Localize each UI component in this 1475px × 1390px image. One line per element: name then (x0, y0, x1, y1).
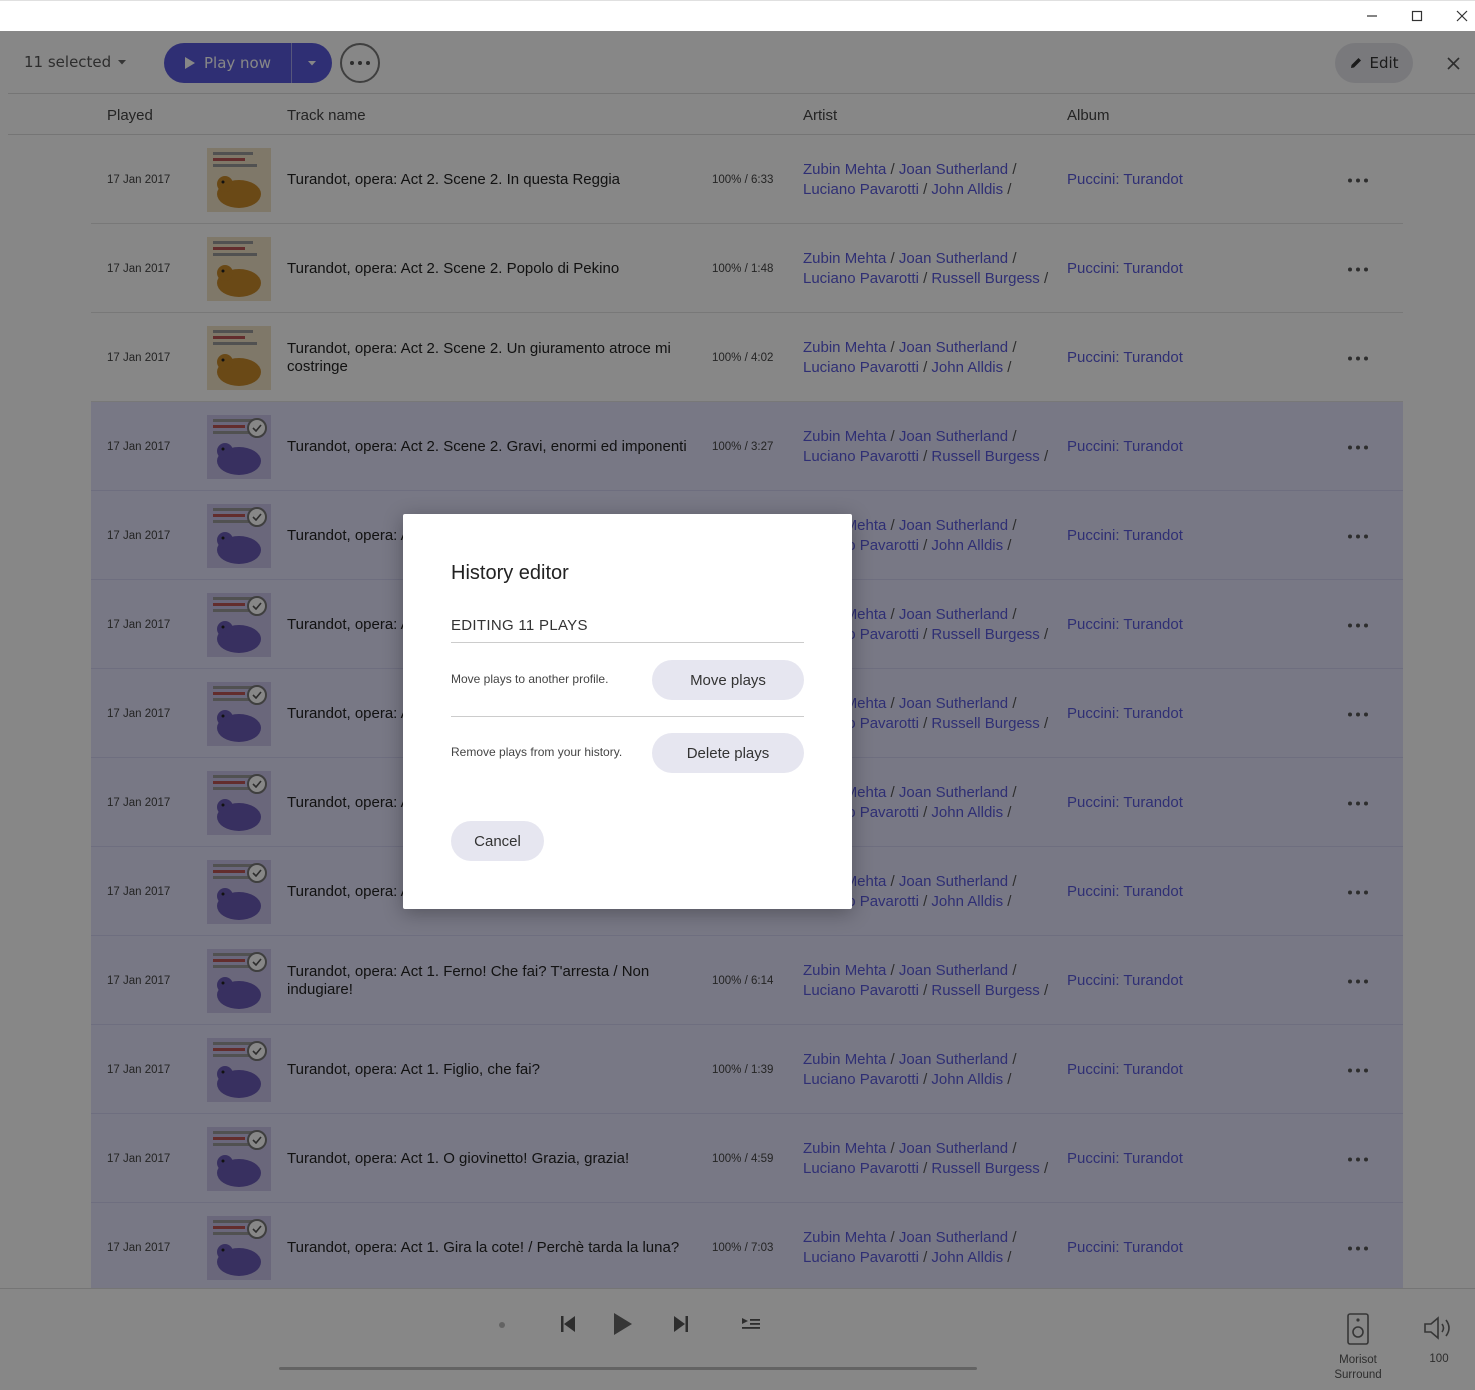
delete-plays-button[interactable]: Delete plays (652, 733, 804, 773)
history-editor-dialog: History editor EDITING 11 PLAYS Move pla… (403, 514, 852, 909)
window-close-icon[interactable] (1447, 5, 1475, 27)
minimize-icon[interactable] (1357, 5, 1387, 27)
move-plays-description: Move plays to another profile. (451, 672, 609, 686)
window-titlebar (0, 0, 1475, 31)
maximize-icon[interactable] (1402, 5, 1432, 27)
divider (451, 642, 804, 643)
divider (451, 716, 804, 717)
dialog-subtitle: EDITING 11 PLAYS (451, 617, 588, 634)
delete-plays-description: Remove plays from your history. (451, 745, 623, 759)
cancel-button[interactable]: Cancel (451, 821, 544, 861)
dialog-title: History editor (451, 562, 569, 584)
move-plays-button[interactable]: Move plays (652, 660, 804, 700)
